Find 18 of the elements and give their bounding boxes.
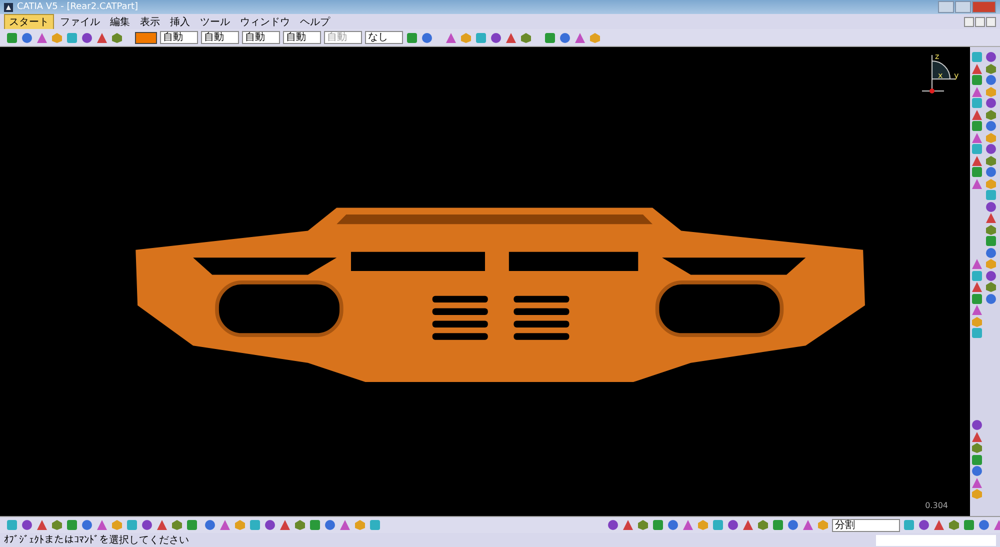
- menu-item[interactable]: ツール: [196, 14, 234, 28]
- compass-drawing[interactable]: z x y: [918, 51, 962, 95]
- menu-item[interactable]: ファイル: [56, 14, 104, 28]
- window-title: CATIA V5 - [Rear2.CATPart]: [17, 2, 138, 12]
- menu-item[interactable]: ヘルプ: [296, 14, 334, 28]
- selection-dropdown[interactable]: 分割: [832, 518, 900, 532]
- property-dropdown[interactable]: 自動: [283, 31, 321, 44]
- property-dropdown[interactable]: 自動: [201, 31, 239, 44]
- menu-item[interactable]: 編集: [106, 14, 134, 28]
- menu-item[interactable]: スタート: [4, 14, 54, 30]
- menu-item[interactable]: 挿入: [166, 14, 194, 28]
- menu-item[interactable]: 表示: [136, 14, 164, 28]
- property-dropdown[interactable]: 自動: [160, 31, 198, 44]
- property-dropdown[interactable]: なし: [365, 31, 403, 44]
- menu-item[interactable]: ウィンドウ: [236, 14, 294, 28]
- scale-reading: 0.304: [925, 501, 948, 510]
- property-dropdown[interactable]: 自動: [242, 31, 280, 44]
- status-message: ｵﾌﾞｼﾞｪｸﾄまたはｺﾏﾝﾄﾞを選択してください: [4, 534, 189, 547]
